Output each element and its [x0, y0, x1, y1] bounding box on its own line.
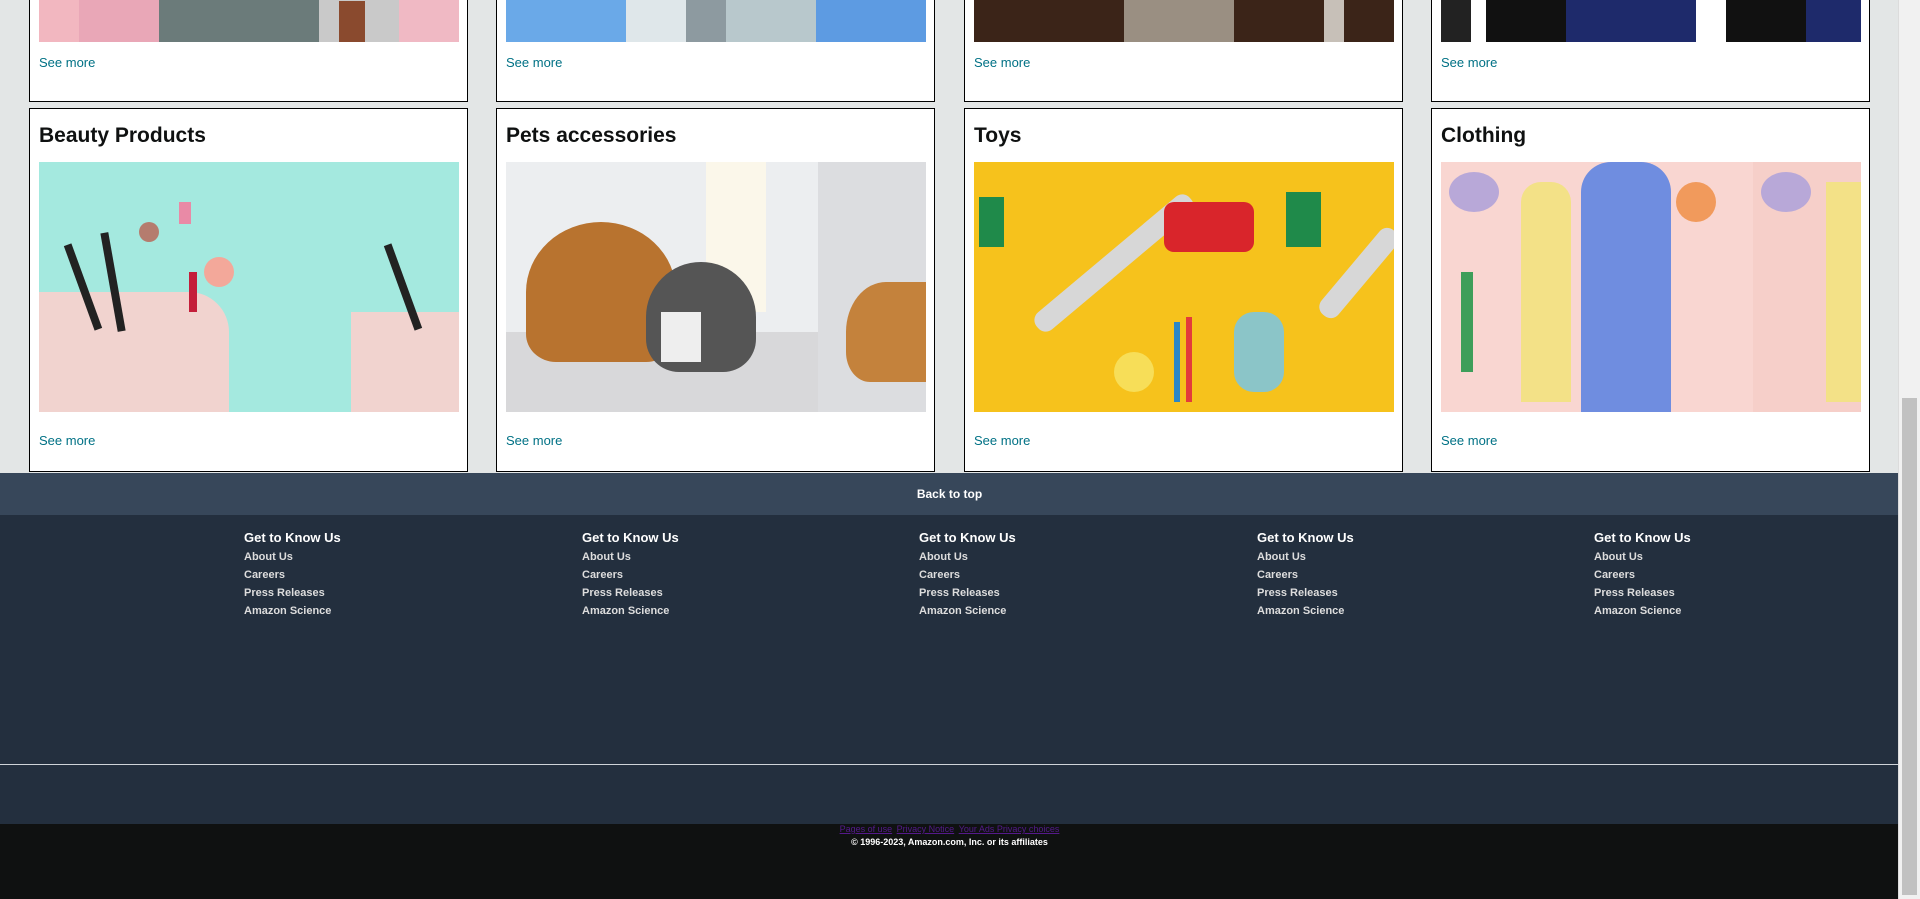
category-card-top-4: See more — [1431, 0, 1870, 102]
footer-column: Get to Know Us About Us Careers Press Re… — [244, 530, 341, 623]
back-to-top-button[interactable]: Back to top — [0, 473, 1899, 515]
see-more-link[interactable]: See more — [974, 55, 1030, 70]
footer-link-science[interactable]: Amazon Science — [1257, 605, 1354, 617]
vertical-scrollbar[interactable] — [1898, 0, 1920, 899]
category-card-pets: Pets accessories See more — [496, 108, 935, 472]
ads-privacy-link[interactable]: Your Ads Privacy choices — [959, 824, 1060, 834]
footer-link-careers[interactable]: Careers — [582, 569, 679, 581]
footer-link-about[interactable]: About Us — [582, 551, 679, 563]
footer-link-careers[interactable]: Careers — [244, 569, 341, 581]
see-more-link[interactable]: See more — [974, 433, 1030, 448]
footer-column: Get to Know Us About Us Careers Press Re… — [1257, 530, 1354, 623]
footer-link-about[interactable]: About Us — [1594, 551, 1691, 563]
footer-link-science[interactable]: Amazon Science — [919, 605, 1016, 617]
footer-link-press[interactable]: Press Releases — [1257, 587, 1354, 599]
category-image[interactable] — [39, 162, 459, 412]
category-image[interactable] — [506, 162, 926, 412]
see-more-link[interactable]: See more — [1441, 433, 1497, 448]
category-image[interactable] — [1441, 0, 1861, 42]
footer-column-heading: Get to Know Us — [1257, 530, 1354, 545]
card-title: Toys — [974, 124, 1022, 147]
card-title: Beauty Products — [39, 124, 206, 147]
footer-column-heading: Get to Know Us — [919, 530, 1016, 545]
footer-link-press[interactable]: Press Releases — [244, 587, 341, 599]
footer-link-careers[interactable]: Careers — [919, 569, 1016, 581]
see-more-link[interactable]: See more — [39, 433, 95, 448]
category-card-top-3: See more — [964, 0, 1403, 102]
page: See more See more See more See more Beau… — [0, 0, 1899, 899]
footer-legal: Pages of use Privacy Notice Your Ads Pri… — [0, 824, 1899, 899]
footer-link-about[interactable]: About Us — [1257, 551, 1354, 563]
footer-link-press[interactable]: Press Releases — [582, 587, 679, 599]
footer-column-heading: Get to Know Us — [1594, 530, 1691, 545]
category-card-beauty: Beauty Products See more — [29, 108, 468, 472]
see-more-link[interactable]: See more — [506, 55, 562, 70]
category-card-toys: Toys See more — [964, 108, 1403, 472]
category-image[interactable] — [39, 0, 459, 42]
footer-column: Get to Know Us About Us Careers Press Re… — [582, 530, 679, 623]
category-image[interactable] — [974, 0, 1394, 42]
footer-column-heading: Get to Know Us — [582, 530, 679, 545]
footer-sub-band — [0, 765, 1899, 824]
privacy-notice-link[interactable]: Privacy Notice — [897, 824, 955, 834]
legal-links: Pages of use Privacy Notice Your Ads Pri… — [0, 824, 1899, 834]
see-more-link[interactable]: See more — [506, 433, 562, 448]
category-image[interactable] — [974, 162, 1394, 412]
footer-column: Get to Know Us About Us Careers Press Re… — [1594, 530, 1691, 623]
card-title: Pets accessories — [506, 124, 677, 147]
footer-link-careers[interactable]: Careers — [1257, 569, 1354, 581]
category-image[interactable] — [506, 0, 926, 42]
footer-link-science[interactable]: Amazon Science — [582, 605, 679, 617]
see-more-link[interactable]: See more — [39, 55, 95, 70]
footer-link-careers[interactable]: Careers — [1594, 569, 1691, 581]
footer-link-science[interactable]: Amazon Science — [244, 605, 341, 617]
footer-nav: Get to Know Us About Us Careers Press Re… — [0, 515, 1899, 764]
scrollbar-thumb[interactable] — [1902, 398, 1917, 895]
category-card-top-2: See more — [496, 0, 935, 102]
category-card-clothing: Clothing See more — [1431, 108, 1870, 472]
see-more-link[interactable]: See more — [1441, 55, 1497, 70]
copyright-text: © 1996-2023, Amazon.com, Inc. or its aff… — [851, 837, 1048, 847]
footer-column-heading: Get to Know Us — [244, 530, 341, 545]
card-title: Clothing — [1441, 124, 1527, 147]
pages-of-use-link[interactable]: Pages of use — [840, 824, 893, 834]
footer-link-about[interactable]: About Us — [919, 551, 1016, 563]
footer-link-press[interactable]: Press Releases — [919, 587, 1016, 599]
footer-link-science[interactable]: Amazon Science — [1594, 605, 1691, 617]
category-card-top-1: See more — [29, 0, 468, 102]
footer-column: Get to Know Us About Us Careers Press Re… — [919, 530, 1016, 623]
footer-link-about[interactable]: About Us — [244, 551, 341, 563]
category-image[interactable] — [1441, 162, 1861, 412]
footer-link-press[interactable]: Press Releases — [1594, 587, 1691, 599]
